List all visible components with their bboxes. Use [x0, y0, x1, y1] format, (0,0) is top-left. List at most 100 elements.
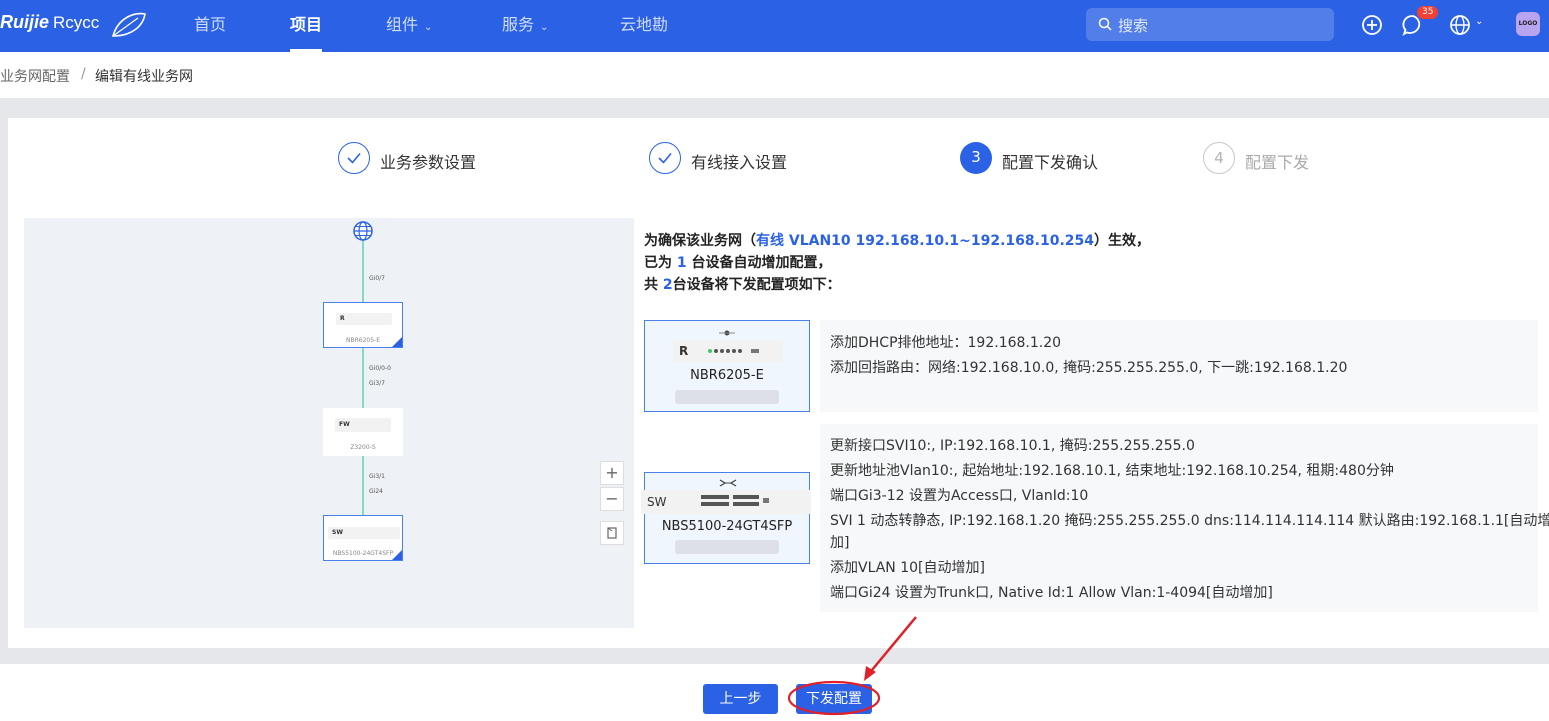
add-circle-icon[interactable] — [1361, 14, 1383, 36]
selected-corner-check-icon — [392, 550, 402, 560]
nav-services-label: 服务 — [502, 15, 535, 34]
summary-line-2: 已为 1 台设备自动增加配置， — [644, 252, 832, 272]
router-device-image: R — [336, 313, 392, 325]
switch-device-image: SW — [641, 490, 811, 514]
topology-canvas[interactable]: Gi0/7 R NBR6205-E Gi0/0-0 Gi3/7 FW Z3200… — [24, 218, 634, 628]
ruijie-mark-icon — [719, 330, 735, 336]
config-item: 添加VLAN 10[自动增加] — [830, 560, 985, 576]
port-label: Gi0/0-0 — [369, 365, 391, 372]
port-label: Gi0/7 — [369, 275, 385, 282]
topology-node-router[interactable]: R NBR6205-E — [323, 302, 403, 348]
config-item: 端口Gi24 设置为Trunk口, Native Id:1 Allow Vlan… — [830, 585, 1273, 601]
topology-node-name: NBS5100-24GT4SFP — [332, 550, 394, 557]
zoom-out-button[interactable]: − — [600, 487, 624, 511]
nav-components-label: 组件 — [386, 15, 419, 34]
action-footer: 上一步 下发配置 — [0, 664, 1549, 721]
step-label: 业务参数设置 — [380, 153, 477, 172]
step-label: 配置下发确认 — [1002, 153, 1099, 172]
summary-text: ）生效， — [1094, 233, 1151, 249]
summary-text: 台设备自动增加配置， — [686, 255, 832, 271]
ruijie-mark-icon — [719, 479, 737, 487]
summary-text: 已为 — [644, 255, 677, 271]
notification-badge: 35 — [1417, 6, 1439, 19]
config-item: 加] — [830, 535, 850, 551]
breadcrumb-separator: / — [81, 66, 86, 82]
globe-language-icon[interactable] — [1449, 14, 1471, 36]
search-box[interactable]: 搜索 — [1086, 8, 1334, 41]
reset-view-button[interactable] — [600, 521, 624, 545]
summary-text: 台设备将下发配置项如下： — [672, 277, 841, 293]
port-label: Gi3/7 — [369, 380, 385, 387]
chevron-down-icon[interactable]: ⌄ — [1475, 16, 1483, 27]
search-icon — [1098, 17, 1112, 31]
config-item: 端口Gi3-12 设置为Access口, VlanId:10 — [830, 488, 1089, 504]
config-item: 更新地址池Vlan10:, 起始地址:192.168.10.1, 结束地址:19… — [830, 463, 1394, 479]
internet-globe-icon — [353, 221, 373, 241]
device-type-label: SW — [332, 529, 343, 536]
topology-node-name: NBR6205-E — [346, 337, 380, 344]
device-type-label: SW — [647, 495, 667, 509]
device-type-label: R — [679, 344, 689, 358]
logo-brand-text: Ruijie — [0, 12, 50, 32]
logo-sub-text: Rcycc — [53, 13, 100, 32]
nav-home[interactable]: 首页 — [194, 0, 226, 52]
config-item: 更新接口SVI10:, IP:192.168.10.1, 掩码:255.255.… — [830, 438, 1195, 454]
port-leds-icon — [701, 495, 769, 506]
nav-cloud-survey[interactable]: 云地勘 — [620, 0, 668, 52]
config-item: 添加DHCP排他地址：192.168.1.20 — [830, 335, 1062, 351]
topology-node-name: Z3200-S — [350, 444, 376, 451]
topology-node-switch[interactable]: SW NBS5100-24GT4SFP — [323, 515, 403, 561]
port-label: Gi24 — [369, 488, 383, 495]
nav-services[interactable]: 服务 ⌄ — [502, 0, 548, 52]
nav-components[interactable]: 组件 ⌄ — [386, 0, 432, 52]
config-item: SVI 1 动态转静态, IP:192.168.1.20 掩码:255.255.… — [830, 513, 1549, 529]
device-type-label: R — [340, 315, 345, 322]
device-name: NBS5100-24GT4SFP — [661, 519, 793, 534]
search-placeholder: 搜索 — [1118, 17, 1149, 35]
step-label: 配置下发 — [1245, 153, 1310, 172]
masked-serial-number — [675, 390, 779, 404]
deploy-config-button[interactable]: 下发配置 — [796, 684, 872, 714]
chevron-down-icon: ⌄ — [424, 22, 433, 33]
device-config-row-router: 添加DHCP排他地址：192.168.1.20 添加回指路由：网络:192.16… — [820, 320, 1538, 412]
config-confirm-panel: 业务参数设置 有线接入设置 3 配置下发确认 4 配置下发 Gi0/7 R NB… — [8, 118, 1549, 648]
step-number: 4 — [1203, 142, 1235, 174]
check-icon — [338, 142, 370, 174]
chevron-down-icon: ⌄ — [540, 22, 549, 33]
device-name: NBR6205-E — [690, 368, 764, 383]
fit-view-icon — [607, 527, 617, 539]
brand-logo[interactable]: Ruijie Rcycc — [0, 12, 99, 33]
topology-node-firewall[interactable]: FW Z3200-S — [323, 408, 403, 456]
summary-highlight: 2 — [662, 277, 673, 293]
leaf-logo-icon — [111, 12, 146, 37]
step-label: 有线接入设置 — [691, 153, 788, 172]
switch-device-image: SW — [328, 527, 400, 539]
device-card-switch[interactable]: SW NBS5100-24GT4SFP — [641, 472, 811, 564]
summary-text: 共 — [644, 277, 663, 293]
device-card-router[interactable]: R NBR6205-E — [644, 320, 810, 412]
nav-project[interactable]: 项目 — [290, 0, 323, 52]
breadcrumb-current: 编辑有线业务网 — [95, 69, 193, 85]
summary-line-3: 共 2台设备将下发配置项如下： — [644, 274, 841, 294]
device-config-row-switch: 更新接口SVI10:, IP:192.168.10.1, 掩码:255.255.… — [820, 424, 1549, 612]
breadcrumb: 业务网配置 / 编辑有线业务网 — [0, 52, 1549, 98]
device-type-label: FW — [339, 421, 350, 428]
check-icon — [649, 142, 681, 174]
step-number: 3 — [960, 142, 992, 174]
selected-corner-check-icon — [392, 337, 402, 347]
breadcrumb-parent-link[interactable]: 业务网配置 — [0, 66, 70, 86]
user-avatar[interactable]: LOGO — [1516, 12, 1540, 36]
firewall-device-image: FW — [335, 418, 391, 432]
masked-serial-number — [675, 540, 779, 554]
summary-line-1: 为确保该业务网（有线 VLAN10 192.168.10.1~192.168.1… — [644, 230, 1150, 250]
zoom-in-button[interactable]: + — [600, 461, 624, 485]
config-item: 添加回指路由：网络:192.168.10.0, 掩码:255.255.255.0… — [830, 360, 1348, 376]
port-label: Gi3/1 — [369, 473, 385, 480]
summary-highlight: 有线 VLAN10 192.168.10.1~192.168.10.254 — [756, 233, 1095, 249]
router-device-image: R — [673, 340, 783, 362]
summary-text: 为确保该业务网（ — [644, 233, 756, 249]
prev-step-button[interactable]: 上一步 — [703, 684, 778, 714]
summary-highlight: 1 — [676, 255, 687, 271]
top-navigation-bar: Ruijie Rcycc 首页 项目 组件 ⌄ 服务 ⌄ 云地勘 搜索 35 ⌄ LO… — [0, 0, 1549, 52]
port-leds-icon — [708, 349, 759, 353]
